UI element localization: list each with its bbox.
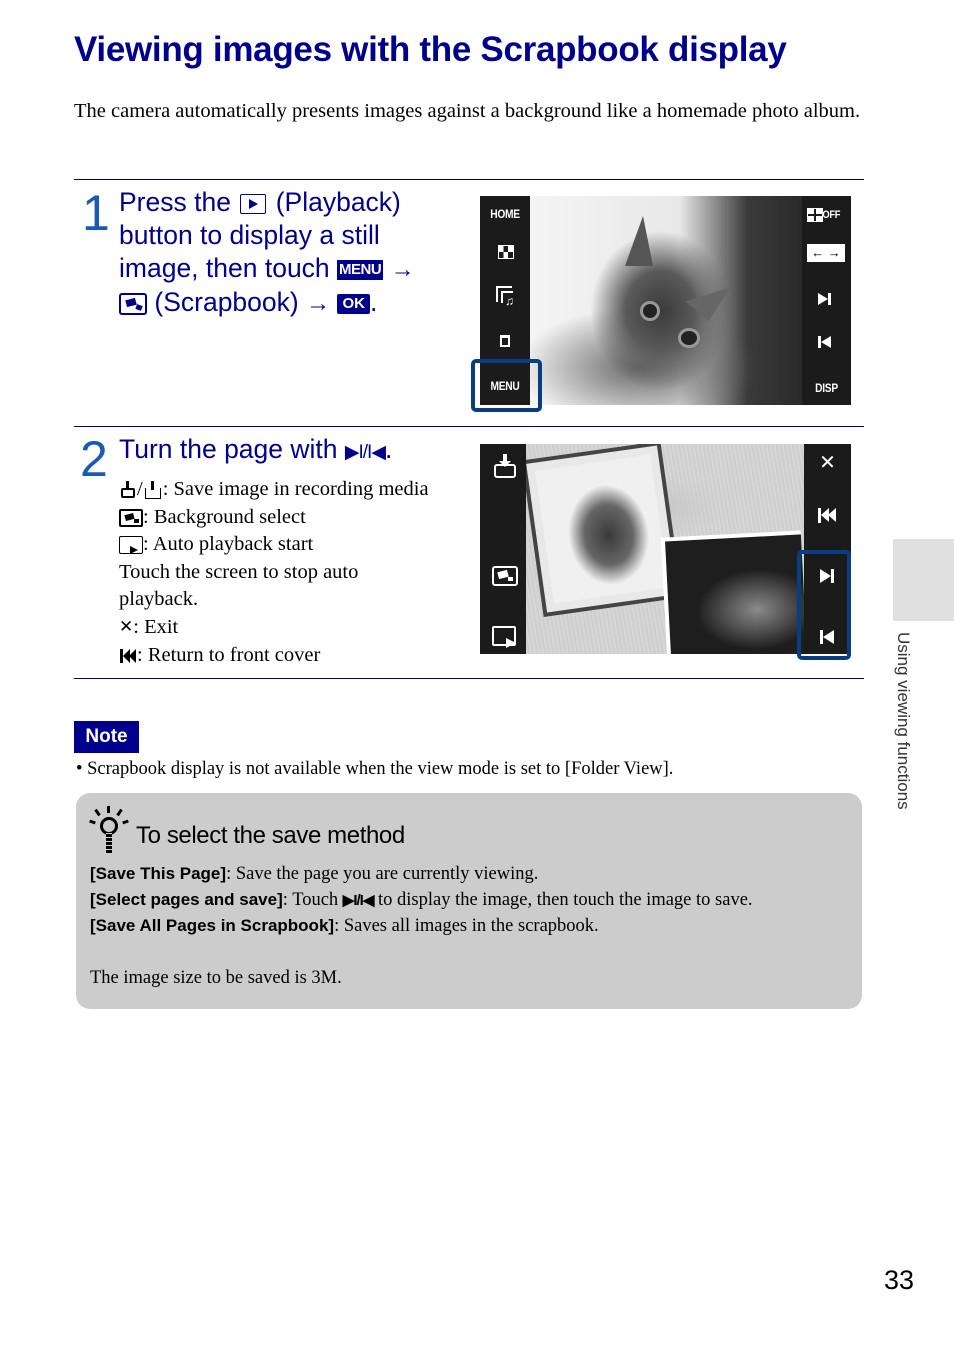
home-button[interactable]: HOME [484, 207, 527, 221]
step-number-1: 1 [82, 185, 110, 241]
tip-option-text: : Save the page you are currently viewin… [226, 864, 539, 884]
save-to-media-button[interactable] [494, 454, 516, 480]
tip-footer: The image size to be saved is 3M. [90, 968, 342, 988]
legend-item: / : Save image in recording media [119, 476, 479, 504]
legend-item: : Background select [119, 504, 479, 532]
tip-option-label: [Save This Page] [90, 864, 227, 883]
section-tab[interactable] [893, 539, 954, 621]
tip-line: [Save This Page]: Save the page you are … [90, 864, 538, 885]
arrow-right-icon: → [306, 290, 331, 317]
tip-line: [Save All Pages in Scrapbook]: Saves all… [90, 916, 599, 937]
index-view-icon[interactable] [498, 245, 514, 259]
step-1-text: button to display a still [119, 220, 380, 250]
tip-option-text: : Saves all images in the scrapbook. [334, 916, 599, 936]
period: . [384, 434, 393, 464]
menu-highlight-frame [471, 359, 542, 412]
section-label-text: Using viewing functions [894, 632, 913, 810]
step-number-2: 2 [80, 431, 108, 487]
legend-text: playback. [119, 588, 199, 610]
exit-icon: ✕ [119, 617, 134, 638]
page-turn-highlight-frame [797, 550, 851, 660]
step-1-text: Press the [119, 187, 231, 217]
menu-icon: MENU [337, 260, 384, 280]
left-button-bar [480, 444, 526, 654]
period: . [369, 287, 378, 317]
legend-item: ✕: Exit [119, 614, 479, 642]
legend-text: : Exit [133, 615, 179, 638]
step-1-text: image, then touch [119, 253, 330, 283]
scrapbook-icon [119, 293, 147, 315]
page-title: Viewing images with the Scrapbook displa… [74, 30, 787, 69]
trash-icon[interactable] [500, 335, 510, 347]
arrow-right-icon: → [390, 256, 415, 283]
save-to-media-outline-icon [143, 481, 163, 500]
legend-item: : Auto playback start [119, 531, 479, 559]
tip-box: To select the save method [Save This Pag… [76, 793, 862, 1009]
step-1-text: (Playback) [275, 187, 401, 217]
tip-option-text: to display the image, then touch the ima… [373, 890, 753, 910]
step-1-text: (Scrapbook) [154, 287, 299, 317]
page-number: 33 [884, 1265, 915, 1295]
legend-text: : Auto playback start [143, 533, 314, 555]
next-previous-icon: ▶I/I◀ [344, 442, 386, 463]
display-mode-icon[interactable] [807, 208, 823, 222]
legend-text: Touch the screen to stop auto [119, 560, 359, 583]
background-select-icon [119, 508, 143, 527]
front-cover-icon [119, 648, 137, 664]
legend-item: : Return to front cover [119, 642, 479, 670]
right-button-bar: OFF ← → DISP [802, 196, 851, 405]
scrapbook-photo-sleeping-kitten [660, 530, 804, 654]
playback-button-icon [240, 194, 267, 214]
scrapbook-page [526, 444, 804, 654]
zoom-arrows-button[interactable]: ← → [807, 244, 845, 262]
exit-button[interactable]: ✕ [804, 450, 851, 474]
auto-playback-button[interactable] [492, 626, 516, 648]
scrapbook-photo-kitten [526, 445, 678, 613]
step-2-legend: / : Save image in recording media : Back… [119, 476, 479, 669]
tip-line: [Select pages and save]: Touch ▶I/I◀ to … [90, 890, 753, 911]
divider [74, 426, 864, 427]
background-select-button[interactable] [492, 566, 518, 586]
note-label: Note [74, 721, 139, 753]
note-bullet: • Scrapbook display is not available whe… [76, 759, 674, 779]
tip-option-text: : Touch [282, 890, 343, 910]
step-2-heading: Turn the page with ▶I/I◀. [119, 433, 392, 469]
display-off-label[interactable]: OFF [822, 209, 848, 221]
section-label: Using viewing functions [889, 632, 913, 862]
save-to-media-icon [119, 481, 137, 499]
step-1-instructions: Press the (Playback) button to display a… [119, 186, 469, 320]
camera-screen-scrapbook: ✕ [480, 444, 851, 654]
front-cover-button[interactable] [818, 508, 838, 523]
auto-playback-icon [119, 536, 143, 555]
divider [74, 179, 864, 180]
tip-option-label: [Save All Pages in Scrapbook] [90, 916, 335, 935]
disp-button[interactable]: DISP [806, 381, 848, 395]
step-2-text: Turn the page with [119, 434, 338, 464]
tip-option-label: [Select pages and save] [90, 890, 283, 909]
legend-text: : Background select [143, 505, 306, 528]
ok-icon: OK [337, 294, 370, 314]
intro-paragraph: The camera automatically presents images… [74, 100, 861, 122]
tip-title: To select the save method [136, 822, 405, 849]
kitten-photo [530, 196, 802, 405]
legend-text: : Save image in recording media [162, 478, 429, 500]
divider [74, 678, 864, 679]
legend-text: : Return to front cover [137, 643, 321, 666]
lightbulb-hint-icon [88, 805, 132, 857]
slideshow-music-icon[interactable]: ♫ [496, 286, 514, 307]
next-previous-icon: ▶I/I◀ [342, 892, 375, 909]
